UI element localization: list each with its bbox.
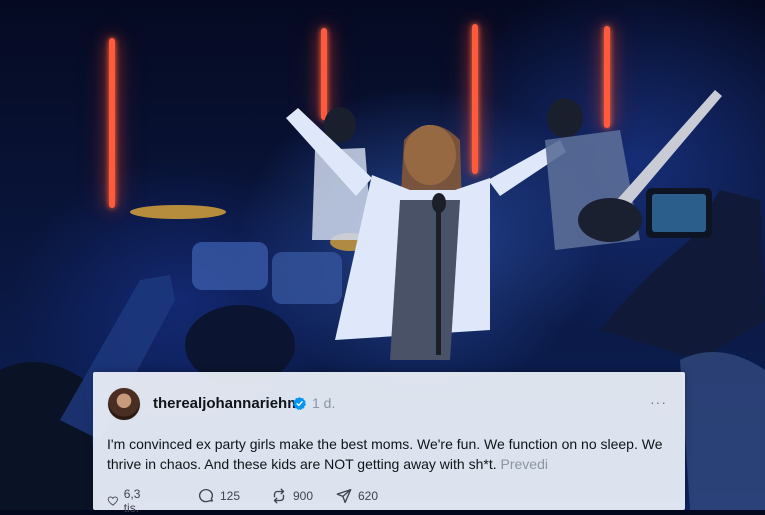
like-button[interactable]: 6,3 tis. (107, 487, 147, 515)
share-button[interactable]: 620 (335, 487, 378, 505)
repost-icon (273, 488, 285, 504)
share-count: 620 (358, 489, 379, 503)
translate-link[interactable]: Prevedi (501, 456, 548, 472)
heart-icon (107, 496, 118, 506)
reply-count: 125 (220, 489, 241, 503)
post-body: I'm convinced ex party girls make the be… (107, 436, 663, 472)
post-text: I'm convinced ex party girls make the be… (107, 434, 667, 474)
social-post-card: therealjohannariehm 1 d. ··· I'm convinc… (93, 372, 685, 515)
more-icon[interactable]: ··· (650, 394, 667, 410)
post-time: 1 d. (312, 395, 336, 411)
avatar[interactable] (107, 387, 141, 421)
repost-count: 900 (293, 489, 314, 503)
reply-button[interactable]: 125 (197, 487, 240, 505)
comment-icon (198, 488, 214, 503)
post-username[interactable]: therealjohannariehm (153, 395, 301, 412)
verified-badge-icon (292, 396, 307, 411)
repost-button[interactable]: 900 (270, 487, 313, 505)
like-count: 6,3 tis. (123, 487, 141, 515)
share-icon (336, 488, 352, 504)
